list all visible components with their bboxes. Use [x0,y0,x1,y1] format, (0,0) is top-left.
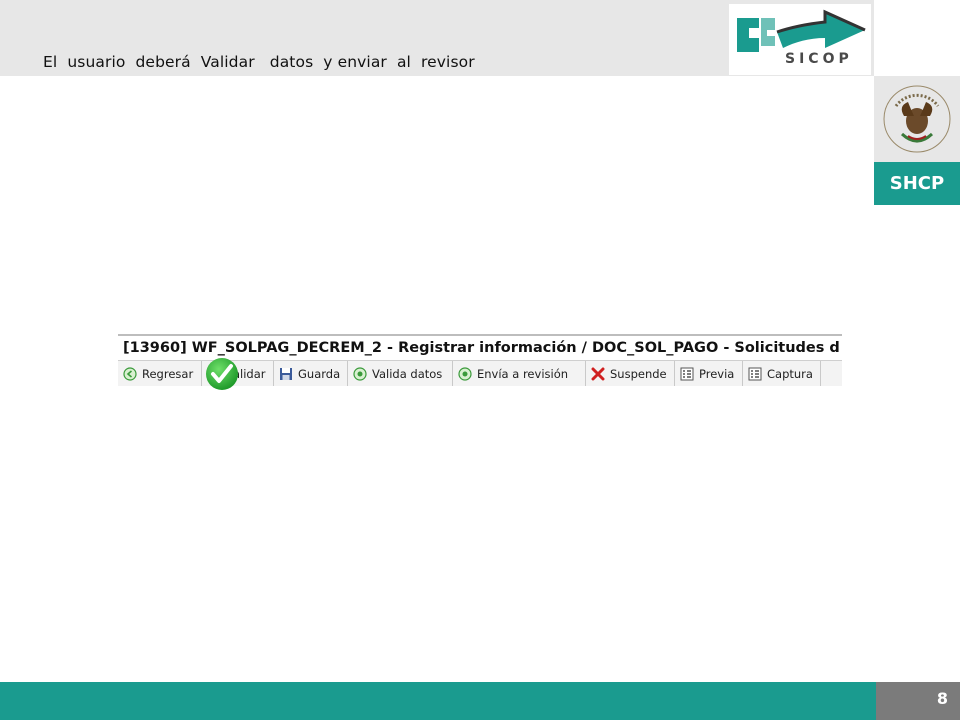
shcp-label: SHCP [874,162,960,205]
guarda-button[interactable]: Guarda [274,360,348,386]
valida-datos-label: Valida datos [372,366,443,381]
coat-of-arms-panel [874,76,960,162]
check-circle-icon [206,358,238,390]
back-circle-icon [123,366,137,381]
regresar-label: Regresar [142,366,194,381]
envia-revision-label: Envía a revisión [477,366,569,381]
mexican-coat-of-arms-icon [883,85,951,153]
save-disk-icon [280,367,292,380]
guarda-label: Guarda [298,366,341,381]
previa-button[interactable]: Previa [675,360,743,386]
page-number: 8 [876,682,960,720]
sicop-logo: SICOP [729,4,871,75]
plus-circle-icon [353,366,367,381]
valida-datos-button[interactable]: Valida datos [348,360,453,386]
captura-button[interactable]: Captura [743,360,821,386]
red-x-icon [591,367,605,380]
document-list-icon [680,367,694,380]
plus-circle-icon [458,366,472,381]
regresar-button[interactable]: Regresar [118,360,202,386]
suspende-button[interactable]: Suspende [586,360,675,386]
footer-bar [0,682,876,720]
previa-label: Previa [699,366,735,381]
envia-revision-button[interactable]: Envía a revisión [453,360,586,386]
sicop-wordmark: SICOP [785,51,853,67]
captura-label: Captura [767,366,813,381]
document-list-icon [748,367,762,380]
slide-title: El usuario deberá Validar datos y enviar… [43,53,475,71]
suspende-label: Suspende [610,366,667,381]
